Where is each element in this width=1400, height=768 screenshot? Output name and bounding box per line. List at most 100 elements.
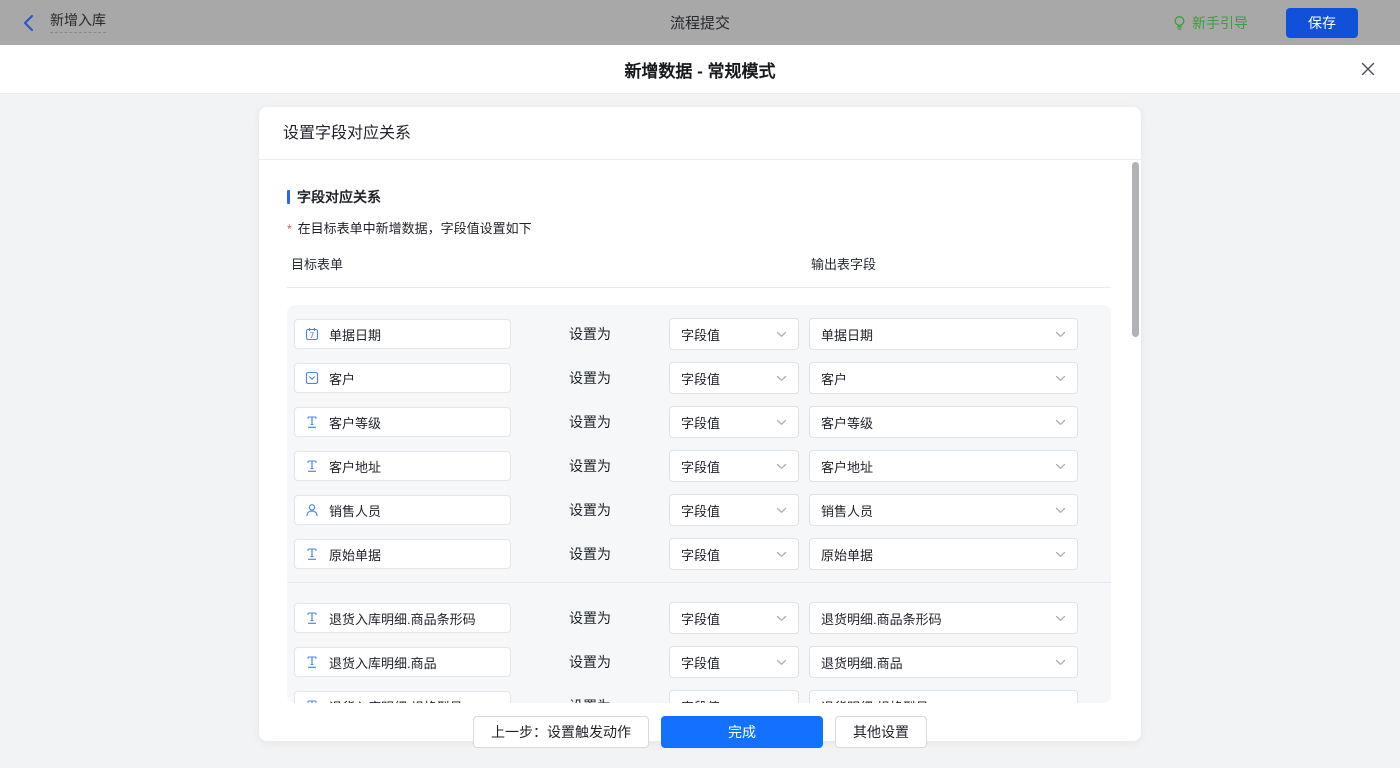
field-mapping-list: 7 单据日期 设置为 字段值 单据日期 bbox=[287, 305, 1111, 703]
set-as-label: 设置为 bbox=[511, 652, 669, 672]
target-field-box: 客户等级 bbox=[294, 407, 511, 437]
set-as-label: 设置为 bbox=[511, 608, 669, 628]
value-type-select[interactable]: 字段值 bbox=[669, 602, 799, 634]
target-field-box: 退货入库明细.规格型号 bbox=[294, 691, 511, 703]
field-mapping-row: 客户等级 设置为 字段值 客户等级 bbox=[294, 406, 1111, 438]
text-field-icon bbox=[305, 655, 319, 669]
card-header: 设置字段对应关系 bbox=[259, 107, 1141, 160]
chevron-down-icon bbox=[1055, 615, 1066, 622]
output-field-select[interactable]: 退货明细.商品条形码 bbox=[809, 602, 1078, 634]
column-output-field: 输出表字段 bbox=[811, 254, 876, 273]
text-field-icon bbox=[305, 459, 319, 473]
text-field-icon bbox=[305, 415, 319, 429]
calendar-icon: 7 bbox=[305, 327, 319, 341]
chevron-down-icon bbox=[776, 463, 787, 470]
output-field-select[interactable]: 销售人员 bbox=[809, 494, 1078, 526]
newbie-guide-label: 新手引导 bbox=[1192, 13, 1248, 33]
output-field-selected: 客户地址 bbox=[821, 457, 873, 476]
value-type-select[interactable]: 字段值 bbox=[669, 406, 799, 438]
target-field-box: 客户 bbox=[294, 363, 511, 393]
set-as-label: 设置为 bbox=[511, 368, 669, 388]
modal-body: 设置字段对应关系 字段对应关系 *在目标表单中新增数据，字段值设置如下 目标表单… bbox=[0, 107, 1400, 768]
target-field-box: 退货入库明细.商品 bbox=[294, 647, 511, 677]
text-field-icon bbox=[305, 611, 319, 625]
value-type-selected: 字段值 bbox=[681, 697, 720, 704]
set-as-label: 设置为 bbox=[511, 500, 669, 520]
tab-process-submit[interactable]: 流程提交 bbox=[670, 12, 730, 33]
output-field-select[interactable]: 退货明细.商品 bbox=[809, 646, 1078, 678]
output-field-select[interactable]: 客户地址 bbox=[809, 450, 1078, 482]
back-button[interactable] bbox=[22, 14, 35, 32]
save-button[interactable]: 保存 bbox=[1286, 8, 1358, 38]
target-field-label: 客户地址 bbox=[329, 457, 381, 476]
target-field-label: 单据日期 bbox=[329, 325, 381, 344]
topbar: 新增入库 流程提交 新手引导 保存 bbox=[0, 0, 1400, 45]
target-field-box: 原始单据 bbox=[294, 539, 511, 569]
field-mapping-row: 退货入库明细.规格型号 设置为 字段值 退货明细.规格型号 bbox=[294, 690, 1111, 703]
done-button[interactable]: 完成 bbox=[661, 716, 823, 748]
flow-name-editable[interactable]: 新增入库 bbox=[50, 12, 106, 33]
chevron-down-icon bbox=[1055, 331, 1066, 338]
newbie-guide-link[interactable]: 新手引导 bbox=[1172, 13, 1248, 33]
scrollbar[interactable] bbox=[1132, 162, 1139, 337]
value-type-select[interactable]: 字段值 bbox=[669, 450, 799, 482]
output-field-select[interactable]: 客户 bbox=[809, 362, 1078, 394]
field-mapping-row: 7 单据日期 设置为 字段值 单据日期 bbox=[294, 318, 1111, 350]
other-settings-button[interactable]: 其他设置 bbox=[835, 716, 927, 748]
value-type-selected: 字段值 bbox=[681, 325, 720, 344]
set-as-label: 设置为 bbox=[511, 412, 669, 432]
chevron-down-icon bbox=[776, 419, 787, 426]
target-field-label: 销售人员 bbox=[329, 501, 381, 520]
target-field-label: 客户等级 bbox=[329, 413, 381, 432]
value-type-selected: 字段值 bbox=[681, 545, 720, 564]
output-field-selected: 退货明细.商品条形码 bbox=[821, 609, 942, 628]
output-field-selected: 客户等级 bbox=[821, 413, 873, 432]
value-type-select[interactable]: 字段值 bbox=[669, 494, 799, 526]
column-target-form: 目标表单 bbox=[291, 254, 811, 273]
modal-titlebar: 新增数据 - 常规模式 bbox=[0, 45, 1400, 94]
set-as-label: 设置为 bbox=[511, 696, 669, 703]
close-icon[interactable] bbox=[1360, 61, 1376, 77]
set-as-label: 设置为 bbox=[511, 544, 669, 564]
target-field-box: 7 单据日期 bbox=[294, 319, 511, 349]
field-mapping-row: 客户 设置为 字段值 客户 bbox=[294, 362, 1111, 394]
required-asterisk: * bbox=[287, 222, 292, 236]
output-field-selected: 退货明细.规格型号 bbox=[821, 697, 929, 704]
value-type-selected: 字段值 bbox=[681, 457, 720, 476]
chevron-down-icon bbox=[1055, 703, 1066, 704]
chevron-down-icon bbox=[776, 703, 787, 704]
chevron-left-icon bbox=[22, 14, 35, 32]
lightbulb-icon bbox=[1172, 15, 1187, 31]
field-mapping-row: 退货入库明细.商品条形码 设置为 字段值 退货明细.商品条形码 bbox=[294, 602, 1111, 634]
field-mapping-row: 退货入库明细.商品 设置为 字段值 退货明细.商品 bbox=[294, 646, 1111, 678]
value-type-selected: 字段值 bbox=[681, 413, 720, 432]
target-field-box: 销售人员 bbox=[294, 495, 511, 525]
target-field-label: 退货入库明细.商品 bbox=[329, 653, 437, 672]
output-field-select[interactable]: 原始单据 bbox=[809, 538, 1078, 570]
section-title: 字段对应关系 bbox=[287, 187, 1141, 207]
value-type-selected: 字段值 bbox=[681, 609, 720, 628]
prev-step-button[interactable]: 上一步：设置触发动作 bbox=[473, 716, 649, 748]
chevron-down-icon bbox=[1055, 551, 1066, 558]
output-field-select[interactable]: 单据日期 bbox=[809, 318, 1078, 350]
section-description: *在目标表单中新增数据，字段值设置如下 bbox=[287, 218, 1141, 237]
set-as-label: 设置为 bbox=[511, 456, 669, 476]
value-type-select[interactable]: 字段值 bbox=[669, 318, 799, 350]
target-field-label: 客户 bbox=[329, 369, 355, 388]
output-field-selected: 销售人员 bbox=[821, 501, 873, 520]
chevron-down-icon bbox=[776, 507, 787, 514]
output-field-select[interactable]: 客户等级 bbox=[809, 406, 1078, 438]
value-type-select[interactable]: 字段值 bbox=[669, 690, 799, 703]
value-type-selected: 字段值 bbox=[681, 369, 720, 388]
group-divider bbox=[287, 582, 1111, 583]
output-field-select[interactable]: 退货明细.规格型号 bbox=[809, 690, 1078, 703]
chevron-down-icon bbox=[1055, 507, 1066, 514]
target-field-label: 退货入库明细.商品条形码 bbox=[329, 609, 476, 628]
value-type-selected: 字段值 bbox=[681, 653, 720, 672]
field-mapping-row: 原始单据 设置为 字段值 原始单据 bbox=[294, 538, 1111, 570]
columns-header: 目标表单 输出表字段 bbox=[287, 254, 1111, 288]
value-type-select[interactable]: 字段值 bbox=[669, 538, 799, 570]
value-type-select[interactable]: 字段值 bbox=[669, 646, 799, 678]
chevron-down-icon bbox=[776, 551, 787, 558]
value-type-select[interactable]: 字段值 bbox=[669, 362, 799, 394]
